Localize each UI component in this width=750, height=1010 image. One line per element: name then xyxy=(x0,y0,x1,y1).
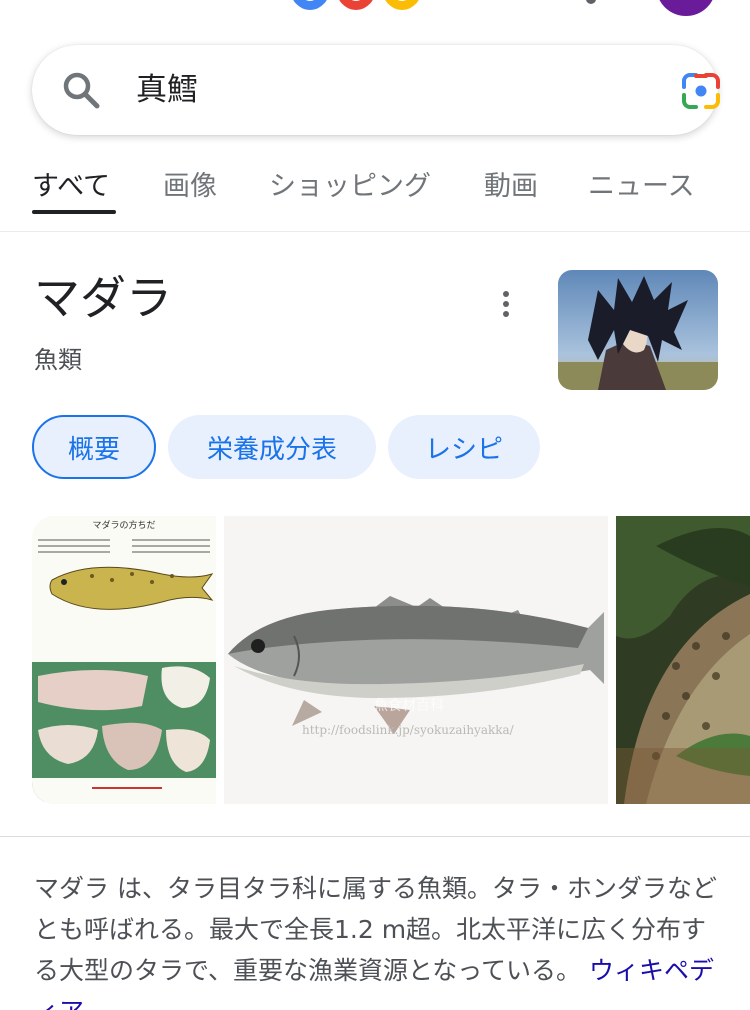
section-divider xyxy=(0,836,750,837)
image-card-fish[interactable]: 魚食材百科 http://foodslink.jp/syokuzaihyakka… xyxy=(224,516,608,804)
image-card-diagram[interactable]: マダラの方ちだ xyxy=(32,516,216,804)
image-card-fish-closeup[interactable] xyxy=(616,516,750,804)
tab-shopping[interactable]: ショッピング xyxy=(269,164,431,203)
chip-overview[interactable]: 概要 xyxy=(32,415,156,479)
image-watermark-url: http://foodslink.jp/syokuzaihyakka/ xyxy=(302,723,515,737)
apps-icon[interactable] xyxy=(586,0,596,4)
search-input[interactable]: 真鱈 xyxy=(136,69,198,111)
search-icon[interactable] xyxy=(60,69,102,111)
knowledge-panel-subtitle: 魚類 xyxy=(34,346,82,374)
tab-all[interactable]: すべて xyxy=(32,164,110,203)
image-watermark-logo: 魚食材百科 xyxy=(374,697,444,714)
chip-nutrition[interactable]: 栄養成分表 xyxy=(168,415,376,479)
google-logo[interactable] xyxy=(290,0,422,10)
diagram-caption: マダラの方ちだ xyxy=(92,519,155,531)
knowledge-panel-title: マダラ xyxy=(34,271,172,325)
tab-videos[interactable]: 動画 xyxy=(484,164,538,203)
google-lens-icon[interactable] xyxy=(680,71,722,111)
more-options-icon[interactable] xyxy=(492,288,520,324)
tab-images[interactable]: 画像 xyxy=(163,164,217,203)
knowledge-panel-thumbnail[interactable] xyxy=(558,270,718,390)
search-tabs: すべて 画像 ショッピング 動画 ニュース xyxy=(0,150,750,232)
chip-recipes[interactable]: レシピ xyxy=(388,415,540,479)
knowledge-panel-description: マダラ は、タラ目タラ科に属する魚類。タラ・ホンダラなどとも呼ばれる。最大で全長… xyxy=(34,868,724,1010)
avatar[interactable] xyxy=(656,0,716,16)
image-carousel: マダラの方ちだ 魚食材百科 http://foodslink.jp/syokuz… xyxy=(32,516,750,804)
search-bar[interactable]: 真鱈 xyxy=(32,45,720,135)
active-tab-indicator xyxy=(32,210,116,214)
tab-news[interactable]: ニュース xyxy=(588,164,695,203)
